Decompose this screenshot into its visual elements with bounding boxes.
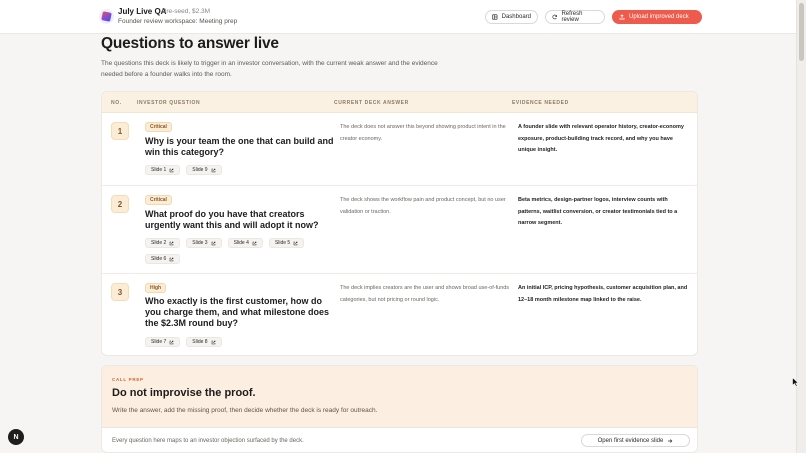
severity-badge: Critical [145,195,172,205]
question-number: 1 [111,122,129,140]
column-header-question: INVESTOR QUESTION [137,100,201,106]
dashboard-label: Dashboard [501,14,531,20]
slide-links: Slide 2 Slide 3 Slide 4 Slide 5 Slide 6 [145,238,340,264]
evidence-needed: Beta metrics, design-partner logos, inte… [518,197,678,226]
slide-link[interactable]: Slide 1 [145,165,181,175]
severity-badge: High [145,283,167,293]
table-row: 2 Critical What proof do you have that c… [102,186,697,274]
arrow-right-icon [668,438,673,443]
evidence-needed: An initial ICP, pricing hypothesis, cust… [518,285,688,303]
refresh-label: Refresh review [561,11,583,23]
questions-table: NO. INVESTOR QUESTION CURRENT DECK ANSWE… [101,91,698,356]
slide-link[interactable]: Slide 9 [186,165,222,175]
external-link-icon [252,241,257,245]
investor-question: Why is your team the one that can build … [145,136,334,157]
investor-question: Who exactly is the first customer, how d… [145,296,330,328]
severity-badge: Critical [145,122,172,132]
section-description: The questions this deck is likely to tri… [101,60,438,78]
column-header-answer: CURRENT DECK ANSWER [334,100,409,106]
scrollbar-thumb[interactable] [799,3,804,61]
current-answer: The deck shows the workflow pain and pro… [340,197,506,215]
slide-link[interactable]: Slide 8 [186,337,222,347]
slide-link[interactable]: Slide 2 [145,238,181,248]
table-row: 3 High Who exactly is the first customer… [102,274,697,355]
open-evidence-label: Open first evidence slide [597,437,664,444]
external-link-icon [211,168,215,172]
slide-link[interactable]: Slide 4 [227,238,263,248]
workspace-subtitle: Founder review workspace: Meeting prep [118,18,238,25]
current-answer: The deck implies creators are the user a… [340,285,510,303]
external-link-icon [169,168,174,172]
refresh-icon [552,14,558,20]
column-header-evidence: EVIDENCE NEEDED [512,100,569,106]
slide-link[interactable]: Slide 6 [145,254,181,264]
evidence-needed: A founder slide with relevant operator h… [518,124,684,153]
external-link-icon [293,241,298,245]
external-link-icon [211,340,215,344]
mouse-cursor-icon [792,377,799,387]
upload-deck-button[interactable]: Upload improved deck [612,10,702,24]
slide-links: Slide 1 Slide 9 [145,165,340,175]
call-prep-footer: Every question here maps to an investor … [102,427,697,452]
upload-icon [619,14,625,20]
assistant-avatar-button[interactable]: N [8,429,24,445]
investor-question: What proof do you have that creators urg… [145,209,319,230]
table-row: 1 Critical Why is your team the one that… [102,113,697,186]
upload-label: Upload improved deck [629,14,689,20]
call-prep-description: Write the answer, add the missing proof,… [112,407,378,414]
funding-stage: Pre-seed, $2.3M [162,8,211,15]
call-prep-tag: CALL PREP [112,377,144,382]
refresh-review-button[interactable]: Refresh review [545,10,605,24]
external-link-icon [169,257,174,261]
section-title: Questions to answer live [101,35,279,52]
slide-link[interactable]: Slide 5 [268,238,305,248]
external-link-icon [211,241,215,245]
table-header-row: NO. INVESTOR QUESTION CURRENT DECK ANSWE… [102,92,697,113]
slide-links: Slide 7 Slide 8 [145,337,340,347]
app-title: July Live QA [118,7,167,16]
app-logo-icon [99,9,114,24]
question-number: 3 [111,283,129,301]
column-header-number: NO. [111,100,122,106]
question-number: 2 [111,195,129,213]
current-answer: The deck does not answer this beyond sho… [340,124,506,142]
dashboard-button[interactable]: Dashboard [485,10,538,24]
call-prep-title: Do not improvise the proof. [112,387,256,399]
slide-link[interactable]: Slide 3 [186,238,222,248]
slide-link[interactable]: Slide 7 [145,337,181,347]
external-link-icon [169,241,174,245]
call-prep-card: CALL PREP Do not improvise the proof. Wr… [101,365,698,453]
open-first-evidence-button[interactable]: Open first evidence slide [581,434,690,447]
external-link-icon [169,340,174,344]
call-prep-banner: CALL PREP Do not improvise the proof. Wr… [102,366,697,427]
top-bar: July Live QA Pre-seed, $2.3M Founder rev… [0,0,796,34]
call-prep-note: Every question here maps to an investor … [112,438,304,444]
dashboard-icon [492,14,498,20]
